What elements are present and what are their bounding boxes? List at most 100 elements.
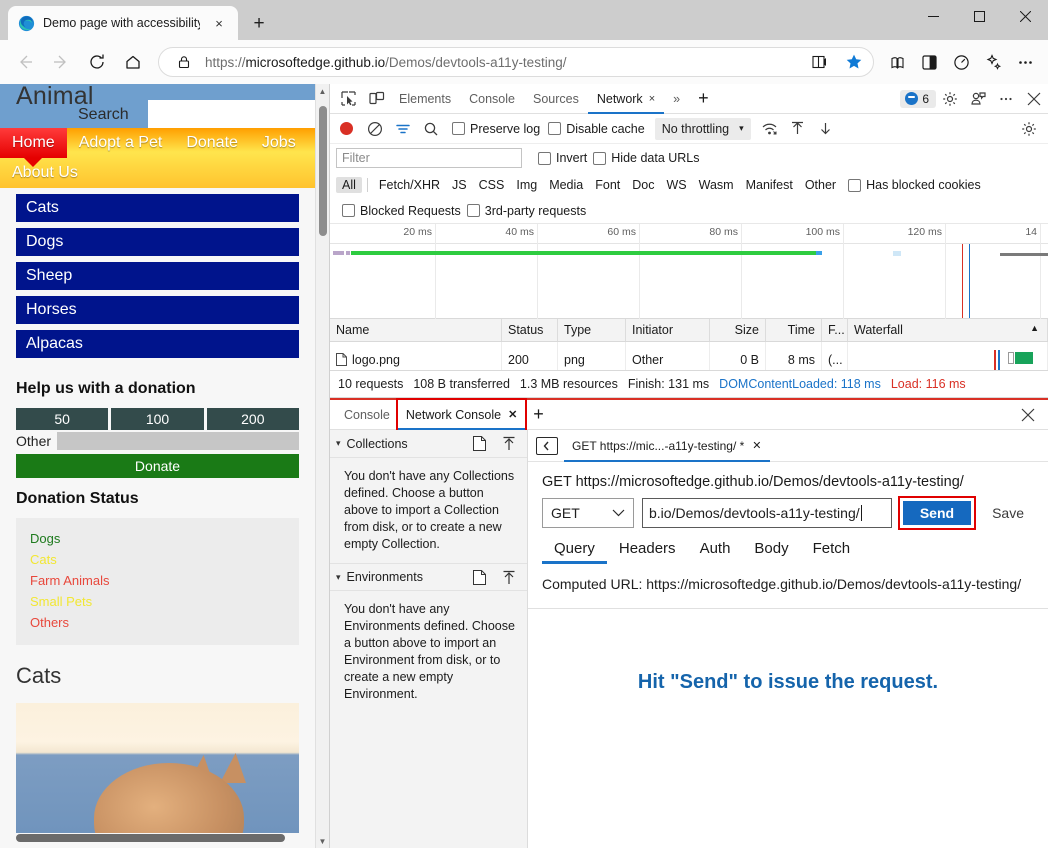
amount-200[interactable]: 200 bbox=[206, 408, 299, 430]
category-dogs[interactable]: Dogs bbox=[16, 228, 299, 256]
category-sheep[interactable]: Sheep bbox=[16, 262, 299, 290]
invert-checkbox[interactable]: Invert bbox=[538, 151, 587, 165]
column-type[interactable]: Type bbox=[558, 319, 626, 341]
resource-type-css[interactable]: CSS bbox=[473, 177, 511, 193]
subtab-query[interactable]: Query bbox=[542, 536, 607, 564]
split-screen-icon[interactable] bbox=[914, 45, 944, 79]
issues-badge[interactable]: 6 bbox=[900, 89, 936, 108]
network-settings-gear-icon[interactable] bbox=[1016, 116, 1042, 142]
category-horses[interactable]: Horses bbox=[16, 296, 299, 324]
filter-input[interactable]: Filter bbox=[336, 148, 522, 168]
drawer-add-tab-icon[interactable]: + bbox=[525, 400, 552, 430]
invert-box[interactable] bbox=[538, 151, 551, 165]
throttling-dropdown[interactable]: No throttling ▾ bbox=[654, 117, 751, 140]
tab-network[interactable]: Network × bbox=[588, 84, 664, 114]
blocked-requests-checkbox[interactable]: Blocked Requests bbox=[342, 204, 461, 218]
browser-tab[interactable]: Demo page with accessibility iss × bbox=[8, 6, 238, 40]
drawer-tab-console[interactable]: Console bbox=[336, 400, 398, 430]
column-waterfall[interactable]: Waterfall ▲ bbox=[848, 319, 1048, 341]
close-devtools-icon[interactable] bbox=[1020, 86, 1048, 112]
nav-link-home[interactable]: Home bbox=[0, 128, 67, 158]
new-collection-icon[interactable] bbox=[467, 433, 491, 455]
has-blocked-cookies-box[interactable] bbox=[848, 178, 862, 192]
add-tab-icon[interactable]: + bbox=[689, 84, 718, 114]
resource-type-manifest[interactable]: Manifest bbox=[740, 177, 799, 193]
network-conditions-icon[interactable] bbox=[757, 116, 783, 142]
feedback-icon[interactable] bbox=[964, 86, 992, 112]
subtab-body[interactable]: Body bbox=[742, 536, 800, 564]
search-icon[interactable] bbox=[418, 116, 444, 142]
request-tab[interactable]: GET https://mic...-a11y-testing/ * ✕ bbox=[564, 430, 770, 462]
tab-sources[interactable]: Sources bbox=[524, 84, 588, 114]
collections-section-header[interactable]: ▾ Collections bbox=[330, 430, 527, 458]
performance-icon[interactable] bbox=[946, 45, 976, 79]
copilot-icon[interactable] bbox=[978, 45, 1008, 79]
request-tab-close-icon[interactable]: ✕ bbox=[752, 439, 761, 452]
read-aloud-icon[interactable] bbox=[807, 49, 833, 75]
resource-type-js[interactable]: JS bbox=[446, 177, 473, 193]
import-environment-icon[interactable] bbox=[497, 566, 521, 588]
send-button[interactable]: Send bbox=[902, 501, 972, 525]
scrollbar-thumb[interactable] bbox=[319, 106, 327, 236]
tab-elements[interactable]: Elements bbox=[390, 84, 460, 114]
disable-cache-box[interactable] bbox=[548, 122, 562, 135]
preserve-log-checkbox[interactable]: Preserve log bbox=[452, 122, 540, 136]
new-environment-icon[interactable] bbox=[467, 566, 491, 588]
tab-network-close-icon[interactable]: × bbox=[649, 93, 655, 105]
other-amount-input[interactable] bbox=[57, 432, 299, 450]
save-button[interactable]: Save bbox=[982, 501, 1034, 525]
amount-100[interactable]: 100 bbox=[111, 408, 204, 430]
nav-link-jobs[interactable]: Jobs bbox=[250, 128, 308, 158]
environments-section-header[interactable]: ▾ Environments bbox=[330, 563, 527, 591]
third-party-requests-checkbox[interactable]: 3rd-party requests bbox=[466, 204, 586, 218]
subtab-headers[interactable]: Headers bbox=[607, 536, 688, 564]
settings-gear-icon[interactable] bbox=[936, 86, 964, 112]
resource-type-font[interactable]: Font bbox=[589, 177, 626, 193]
preserve-log-box[interactable] bbox=[452, 122, 465, 135]
import-collection-icon[interactable] bbox=[497, 433, 521, 455]
nav-link-adopt-a-pet[interactable]: Adopt a Pet bbox=[67, 128, 175, 158]
more-options-icon[interactable] bbox=[992, 86, 1020, 112]
resource-type-fetch-xhr[interactable]: Fetch/XHR bbox=[373, 177, 446, 193]
page-vertical-scrollbar[interactable]: ▲ ▼ bbox=[315, 84, 329, 848]
resource-type-doc[interactable]: Doc bbox=[626, 177, 660, 193]
horizontal-scrollbar[interactable] bbox=[16, 834, 285, 842]
forward-button[interactable] bbox=[44, 45, 78, 79]
column-f[interactable]: F... bbox=[822, 319, 848, 341]
home-icon[interactable] bbox=[116, 45, 150, 79]
http-method-select[interactable]: GET bbox=[542, 498, 634, 528]
back-to-list-icon[interactable] bbox=[536, 436, 558, 455]
table-row[interactable]: logo.png 200 png Other 0 B 8 ms (... bbox=[330, 350, 1048, 370]
column-initiator[interactable]: Initiator bbox=[626, 319, 710, 341]
resource-type-all[interactable]: All bbox=[336, 177, 362, 193]
column-status[interactable]: Status bbox=[502, 319, 558, 341]
clear-icon[interactable] bbox=[362, 116, 388, 142]
donate-button[interactable]: Donate bbox=[16, 454, 299, 478]
has-blocked-cookies-checkbox[interactable]: Has blocked cookies bbox=[848, 178, 981, 192]
nav-link-donate[interactable]: Donate bbox=[174, 128, 250, 158]
tab-console[interactable]: Console bbox=[460, 84, 524, 114]
hide-data-urls-box[interactable] bbox=[593, 151, 607, 165]
close-drawer-icon[interactable] bbox=[1014, 402, 1042, 428]
column-time[interactable]: Time bbox=[766, 319, 822, 341]
table-row-partial[interactable] bbox=[330, 342, 1048, 350]
collections-icon[interactable] bbox=[882, 45, 912, 79]
chevron-down-icon[interactable]: ▾ bbox=[336, 438, 341, 449]
amount-50[interactable]: 50 bbox=[16, 408, 109, 430]
resource-type-img[interactable]: Img bbox=[510, 177, 543, 193]
star-filled-icon[interactable] bbox=[841, 49, 867, 75]
request-url-input[interactable]: b.io/Demos/devtools-a11y-testing/ bbox=[642, 498, 892, 528]
blocked-requests-box[interactable] bbox=[342, 204, 355, 217]
new-tab-button[interactable]: + bbox=[242, 8, 276, 40]
resource-type-wasm[interactable]: Wasm bbox=[693, 177, 740, 193]
scroll-up-arrow[interactable]: ▲ bbox=[316, 84, 329, 98]
device-emulation-icon[interactable] bbox=[362, 86, 390, 112]
record-icon[interactable] bbox=[340, 122, 353, 135]
drawer-tab-close-icon[interactable]: ✕ bbox=[508, 408, 517, 421]
address-bar[interactable]: https://microsoftedge.github.io/Demos/de… bbox=[158, 47, 874, 77]
subtab-auth[interactable]: Auth bbox=[688, 536, 743, 564]
settings-more-icon[interactable] bbox=[1010, 45, 1040, 79]
filter-icon[interactable] bbox=[390, 116, 416, 142]
chevron-down-icon[interactable]: ▾ bbox=[336, 572, 341, 583]
category-alpacas[interactable]: Alpacas bbox=[16, 330, 299, 358]
